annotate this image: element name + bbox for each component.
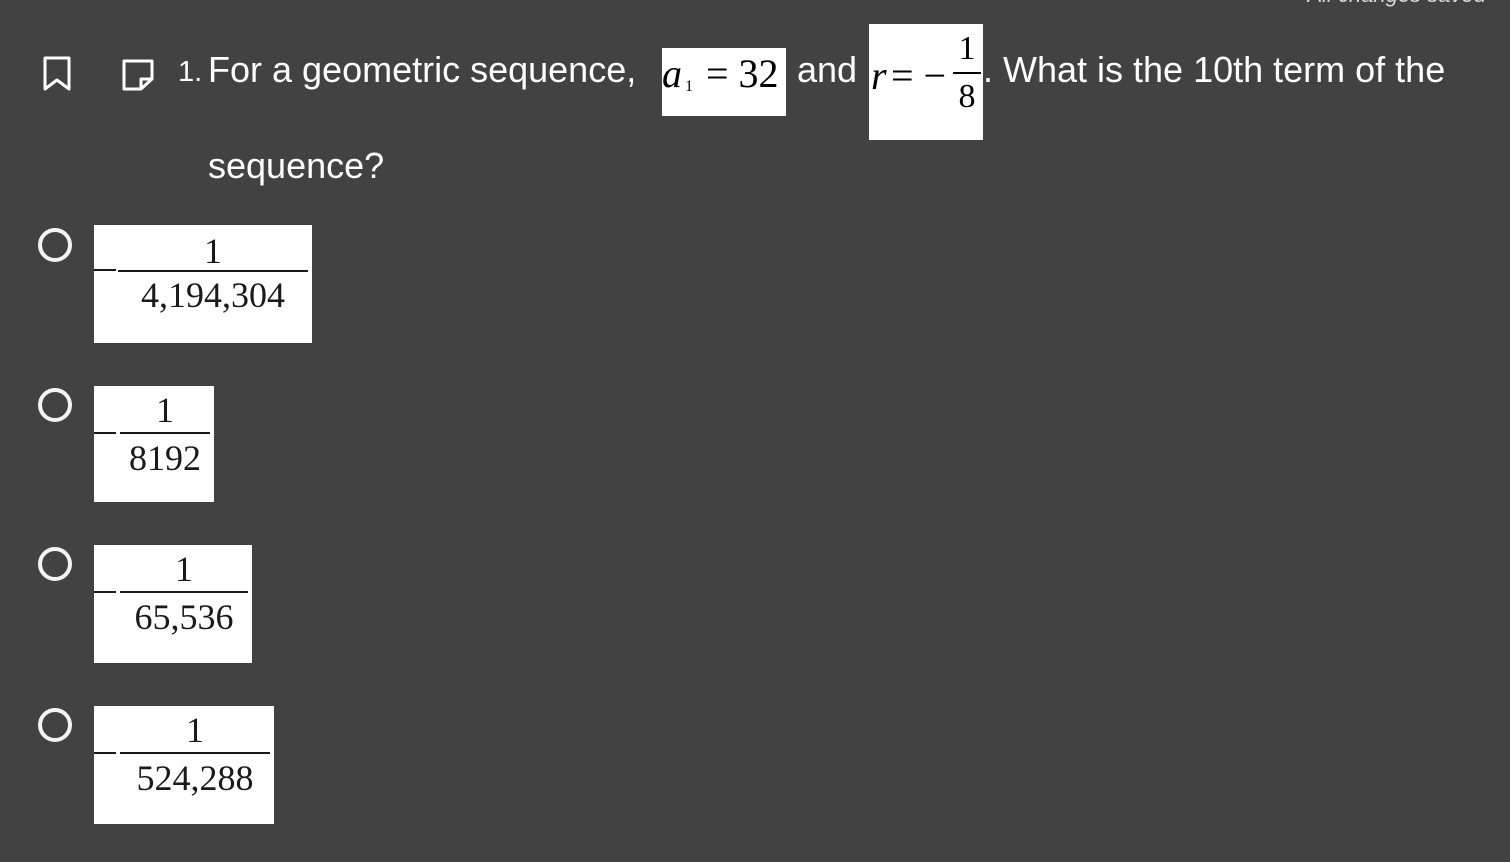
- answer-1-denominator: 4,194,304: [141, 275, 285, 315]
- autosave-status: All changes saved: [1307, 0, 1486, 8]
- math-a1-box: a 1 = 32: [662, 48, 786, 116]
- answer-1-minus-sign: [94, 269, 116, 271]
- answer-1-fraction-bar: [118, 270, 308, 272]
- answer-4-minus-sign: [94, 752, 116, 754]
- math-a1-sub: 1: [685, 78, 693, 95]
- answer-2-minus-sign: [94, 432, 116, 434]
- math-a1-var: a: [662, 51, 682, 96]
- answer-radio-2[interactable]: [38, 388, 72, 422]
- answer-3-numerator: 1: [175, 549, 193, 589]
- answer-4-fraction-bar: [120, 752, 270, 754]
- math-r-denominator: 8: [958, 78, 976, 115]
- answer-radio-3[interactable]: [38, 547, 72, 581]
- answer-option-2[interactable]: 1 8192: [94, 386, 214, 502]
- question-number: 1.: [178, 56, 203, 88]
- math-r-numerator: 1: [958, 30, 976, 67]
- answer-4-denominator: 524,288: [136, 758, 254, 798]
- math-r-equals: = −: [891, 53, 947, 98]
- math-r-var: r: [871, 53, 887, 98]
- question-page: All changes saved 1. For a geometric seq…: [0, 0, 1510, 862]
- answer-3-minus-sign: [94, 591, 116, 593]
- answer-4-numerator: 1: [186, 710, 204, 750]
- answer-2-denominator: 8192: [129, 438, 201, 478]
- note-icon[interactable]: [120, 58, 156, 92]
- question-text-before: For a geometric sequence,: [208, 49, 637, 90]
- answer-3-denominator: 65,536: [134, 597, 234, 637]
- answer-radio-4[interactable]: [38, 708, 72, 742]
- math-r-box: r = − 1 8: [869, 24, 983, 140]
- answer-3-fraction-bar: [120, 591, 248, 593]
- answer-2-numerator: 1: [156, 390, 174, 430]
- answer-2-fraction-bar: [120, 432, 210, 434]
- answer-radio-1[interactable]: [38, 228, 72, 262]
- answer-option-3[interactable]: 1 65,536: [94, 545, 252, 663]
- question-text-after: . What is the 10th term of the: [983, 49, 1446, 90]
- math-a1-value: = 32: [706, 51, 779, 96]
- question-and: and: [797, 49, 858, 90]
- answer-1-numerator: 1: [204, 231, 222, 271]
- answer-option-4[interactable]: 1 524,288: [94, 706, 274, 824]
- bookmark-icon[interactable]: [42, 55, 72, 93]
- answer-option-1[interactable]: 1 4,194,304: [94, 225, 312, 343]
- question-text-wrap: sequence?: [208, 145, 385, 186]
- math-r-fraction-bar: [953, 72, 981, 74]
